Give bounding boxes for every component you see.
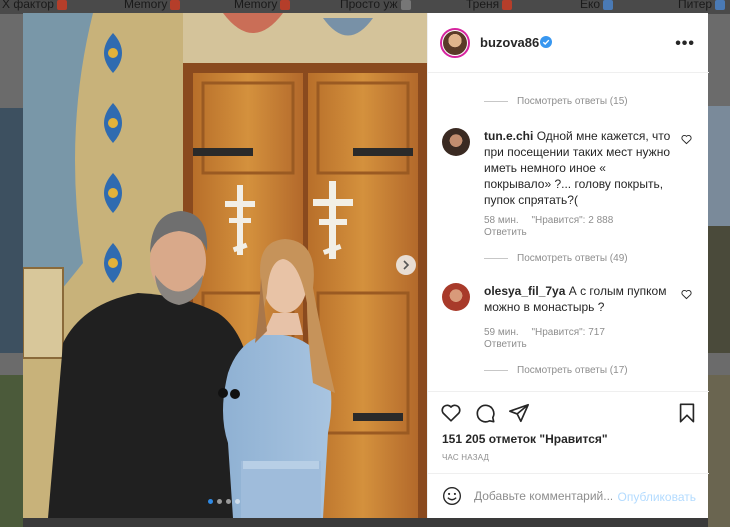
reply-button[interactable]: Ответить (484, 227, 527, 238)
comment-meta: 59 мин. "Нравится": 717 (484, 327, 615, 338)
view-replies-button[interactable]: Посмотреть ответы (17) (484, 365, 628, 376)
carousel-dot-active (208, 499, 213, 504)
background-thumbnail (0, 375, 23, 527)
comment-item: tun.e.chi Одной мне кажется, что при пос… (442, 128, 692, 248)
post-side-panel: buzova86 ••• Посмотреть ответы (15) tun.… (427, 13, 709, 518)
comment-text-block: olesya_fil_7ya А с голым пупком можно в … (484, 283, 674, 315)
bookmark-tab: Memory (234, 0, 291, 11)
comment-meta: 58 мин. "Нравится": 2 888 (484, 215, 623, 226)
photo-illustration (23, 13, 427, 518)
bookmark-tab: Еко (580, 0, 614, 11)
bookmark-tab: Memory (124, 0, 181, 11)
chevron-right-icon (403, 260, 410, 270)
comment-like-heart-icon[interactable] (681, 289, 692, 300)
bookmark-tab: Треня (466, 0, 513, 11)
author-username[interactable]: buzova86 (480, 35, 539, 50)
more-dots-icon[interactable]: ••• (675, 35, 695, 53)
likes-count[interactable]: 151 205 отметок "Нравится" (442, 432, 608, 446)
verified-badge-icon (540, 36, 552, 48)
view-replies-button[interactable]: Посмотреть ответы (49) (484, 253, 628, 264)
bookmark-tab: Питер (678, 0, 726, 11)
commenter-avatar[interactable] (442, 128, 470, 156)
comment-input[interactable] (474, 486, 612, 506)
author-avatar[interactable] (440, 28, 470, 58)
comment-like-heart-icon[interactable] (681, 134, 692, 145)
background-thumbnail (708, 226, 730, 353)
view-replies-button[interactable]: Посмотреть ответы (15) (484, 96, 628, 107)
bookmark-tab: Просто уж (340, 0, 411, 11)
post-time: ЧАС НАЗАД (442, 453, 490, 462)
heart-icon[interactable] (440, 402, 462, 424)
carousel-indicator (208, 499, 240, 504)
carousel-next-button[interactable] (396, 255, 416, 275)
background-thumbnail (23, 518, 708, 527)
comment-icon[interactable] (474, 402, 496, 424)
post-modal: buzova86 ••• Посмотреть ответы (15) tun.… (23, 13, 709, 518)
comments-list[interactable]: Посмотреть ответы (15) tun.e.chi Одной м… (428, 74, 709, 390)
carousel-dot (226, 499, 231, 504)
bookmark-icon[interactable] (676, 402, 698, 424)
smile-icon[interactable] (442, 486, 462, 506)
paper-plane-icon[interactable] (508, 402, 530, 424)
publish-button[interactable]: Опубликовать (618, 490, 696, 504)
comment-time: 59 мин. (484, 327, 519, 338)
comment-item: olesya_fil_7ya А с голым пупком можно в … (442, 283, 692, 373)
comment-time: 58 мин. (484, 215, 519, 226)
bookmark-tab: Х фактор (2, 0, 67, 11)
comment-likes[interactable]: "Нравится": 717 (531, 327, 604, 338)
commenter-username[interactable]: olesya_fil_7ya (484, 284, 565, 298)
reply-button[interactable]: Ответить (484, 339, 527, 350)
background-thumbnail (0, 108, 23, 353)
commenter-username[interactable]: tun.e.chi (484, 129, 533, 143)
background-thumbnail (708, 375, 730, 527)
post-header: buzova86 ••• (428, 13, 709, 73)
background-thumbnail (708, 106, 730, 226)
add-comment-bar: Опубликовать (428, 473, 709, 519)
carousel-dot (217, 499, 222, 504)
commenter-avatar[interactable] (442, 283, 470, 311)
background-bookmarks-bar: Х фактор Memory Memory Просто уж Треня Е… (0, 0, 730, 14)
comment-likes[interactable]: "Нравится": 2 888 (531, 215, 613, 226)
comment-text-block: tun.e.chi Одной мне кажется, что при пос… (484, 128, 674, 208)
post-actions: 151 205 отметок "Нравится" ЧАС НАЗАД Опу… (428, 391, 709, 518)
carousel-dot (235, 499, 240, 504)
post-photo[interactable] (23, 13, 427, 518)
